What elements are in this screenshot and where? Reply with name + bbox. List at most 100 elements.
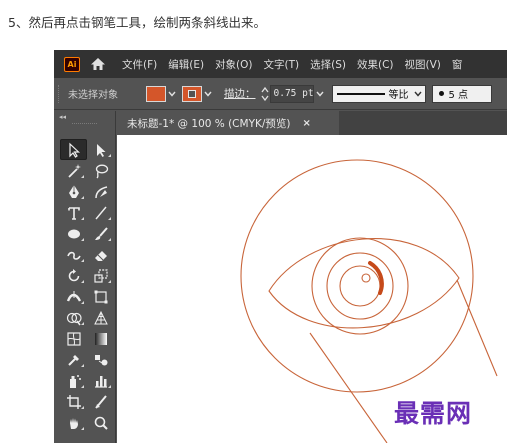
type-tool[interactable] xyxy=(60,202,87,223)
width-icon xyxy=(66,290,81,302)
pen-icon xyxy=(68,184,79,198)
hand-icon xyxy=(69,417,78,429)
highlight-arc[interactable] xyxy=(368,261,384,295)
chevron-down-icon xyxy=(204,91,212,97)
diagonal-line-left[interactable] xyxy=(309,332,388,443)
artboard-tool[interactable] xyxy=(60,391,87,412)
free-transform-tool[interactable] xyxy=(87,286,114,307)
document-tab[interactable]: 未标题-1* @ 100 % (CMYK/预览) × xyxy=(117,111,339,135)
column-graph-icon xyxy=(94,375,107,388)
selection-status: 未选择对象 xyxy=(68,90,118,101)
tool-grid xyxy=(60,139,114,433)
instruction-text: 5、然后再点击钢笔工具，绘制两条斜线出来。 xyxy=(8,15,266,30)
line-segment-tool[interactable] xyxy=(87,202,114,223)
curvature-icon xyxy=(94,185,107,198)
iris-outer-ring[interactable] xyxy=(311,237,409,335)
brush-definition[interactable]: 5 点 xyxy=(431,84,492,103)
stroke-label[interactable]: 描边： xyxy=(224,86,256,101)
rotate-tool[interactable] xyxy=(60,265,87,286)
menu-type[interactable]: 文字(T) xyxy=(264,57,300,72)
brush-dot-icon xyxy=(438,91,444,96)
menu-view[interactable]: 视图(V) xyxy=(405,57,441,72)
perspective-grid-tool[interactable] xyxy=(87,307,114,328)
magic-wand-tool[interactable] xyxy=(60,160,87,181)
lasso-tool[interactable] xyxy=(87,160,114,181)
fill-color-swatch[interactable] xyxy=(146,85,166,102)
menu-bar: Ai 文件(F) 编辑(E) 对象(O) 文字(T) 选择(S) 效果(C) 视… xyxy=(54,50,507,78)
ellipse-tool[interactable] xyxy=(60,223,87,244)
menu-effect[interactable]: 效果(C) xyxy=(357,57,394,72)
variable-width-profile[interactable]: 等比 xyxy=(331,84,426,103)
menu-object[interactable]: 对象(O) xyxy=(215,57,252,72)
stroke-weight-dropdown[interactable] xyxy=(314,86,326,102)
curvature-tool[interactable] xyxy=(87,181,114,202)
stroke-weight-input[interactable]: 0.75 pt xyxy=(269,84,314,103)
shaper-tool[interactable] xyxy=(60,244,87,265)
gradient-icon xyxy=(94,332,107,345)
stroke-weight-spinner[interactable] xyxy=(260,85,270,103)
collapse-panel-icon[interactable]: ◂◂ xyxy=(54,111,115,123)
width-tool[interactable] xyxy=(60,286,87,307)
mesh-tool[interactable] xyxy=(60,328,87,349)
direct-selection-tool[interactable] xyxy=(87,139,114,160)
stroke-color-swatch[interactable] xyxy=(182,85,202,102)
column-graph-tool[interactable] xyxy=(87,370,114,391)
zoom-tool[interactable] xyxy=(87,412,114,433)
brush-label: 5 点 xyxy=(448,90,469,101)
scale-icon xyxy=(93,268,108,283)
magic-wand-icon xyxy=(67,163,81,178)
menu-edit[interactable]: 编辑(E) xyxy=(168,57,204,72)
tools-panel: ◂◂ xyxy=(54,111,116,443)
line-segment-icon xyxy=(94,206,107,219)
control-bar: 未选择对象 描边： 0.75 pt 等比 5 点 xyxy=(54,78,507,110)
stroke-dropdown[interactable] xyxy=(202,86,214,102)
pen-tool[interactable] xyxy=(60,181,87,202)
eyedropper-icon xyxy=(67,354,79,366)
selection-icon xyxy=(68,142,80,158)
chevron-down-icon xyxy=(413,91,422,97)
chevron-down-icon xyxy=(168,91,176,97)
mesh-icon xyxy=(66,331,81,346)
app-logo: Ai xyxy=(64,56,80,72)
type-icon xyxy=(67,206,80,220)
close-icon[interactable]: × xyxy=(303,118,311,129)
slice-tool[interactable] xyxy=(87,391,114,412)
illustrator-window: Ai 文件(F) 编辑(E) 对象(O) 文字(T) 选择(S) 效果(C) 视… xyxy=(54,50,507,443)
menu-file[interactable]: 文件(F) xyxy=(122,57,157,72)
fill-dropdown[interactable] xyxy=(166,86,178,102)
hand-tool[interactable] xyxy=(60,412,87,433)
zoom-icon xyxy=(94,416,108,430)
paintbrush-icon xyxy=(94,226,108,240)
menu-select[interactable]: 选择(S) xyxy=(310,57,346,72)
direct-selection-icon xyxy=(96,143,105,157)
shaper-icon xyxy=(66,251,81,260)
eraser-tool[interactable] xyxy=(87,244,114,265)
scale-tool[interactable] xyxy=(87,265,114,286)
gradient-tool[interactable] xyxy=(87,328,114,349)
blend-icon xyxy=(94,354,107,365)
shape-builder-icon xyxy=(66,312,82,325)
tools-panel-grip[interactable] xyxy=(72,123,97,131)
pupil-dot[interactable] xyxy=(361,273,371,283)
paintbrush-tool[interactable] xyxy=(87,223,114,244)
iris-inner-ring[interactable] xyxy=(339,265,381,307)
slice-icon xyxy=(94,394,107,409)
symbol-sprayer-icon xyxy=(69,374,81,388)
ellipse-icon xyxy=(67,229,80,238)
eye-outline[interactable] xyxy=(268,238,460,329)
watermark-logo: 最需网 xyxy=(394,399,473,428)
outer-circle[interactable] xyxy=(240,159,474,393)
home-icon[interactable] xyxy=(90,56,106,72)
blend-tool[interactable] xyxy=(87,349,114,370)
control-bar-grip[interactable] xyxy=(58,84,62,103)
profile-label: 等比 xyxy=(388,90,409,101)
menu-window[interactable]: 窗 xyxy=(452,57,463,72)
rotate-icon xyxy=(68,268,79,281)
shape-builder-tool[interactable] xyxy=(60,307,87,328)
eyedropper-tool[interactable] xyxy=(60,349,87,370)
diagonal-line-right[interactable] xyxy=(456,279,498,377)
menu-items: 文件(F) 编辑(E) 对象(O) 文字(T) 选择(S) 效果(C) 视图(V… xyxy=(122,57,473,72)
lasso-icon xyxy=(95,164,108,178)
symbol-sprayer-tool[interactable] xyxy=(60,370,87,391)
selection-tool[interactable] xyxy=(60,139,87,160)
